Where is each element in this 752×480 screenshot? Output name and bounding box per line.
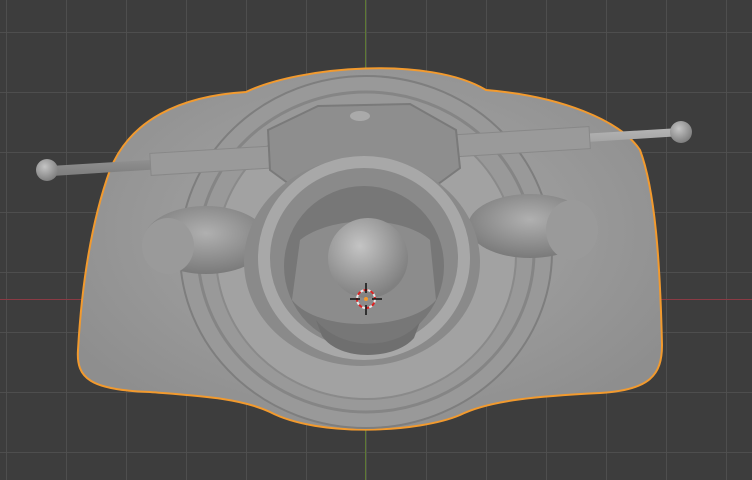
3d-viewport[interactable] — [0, 0, 752, 480]
3d-cursor-icon[interactable] — [0, 0, 752, 480]
